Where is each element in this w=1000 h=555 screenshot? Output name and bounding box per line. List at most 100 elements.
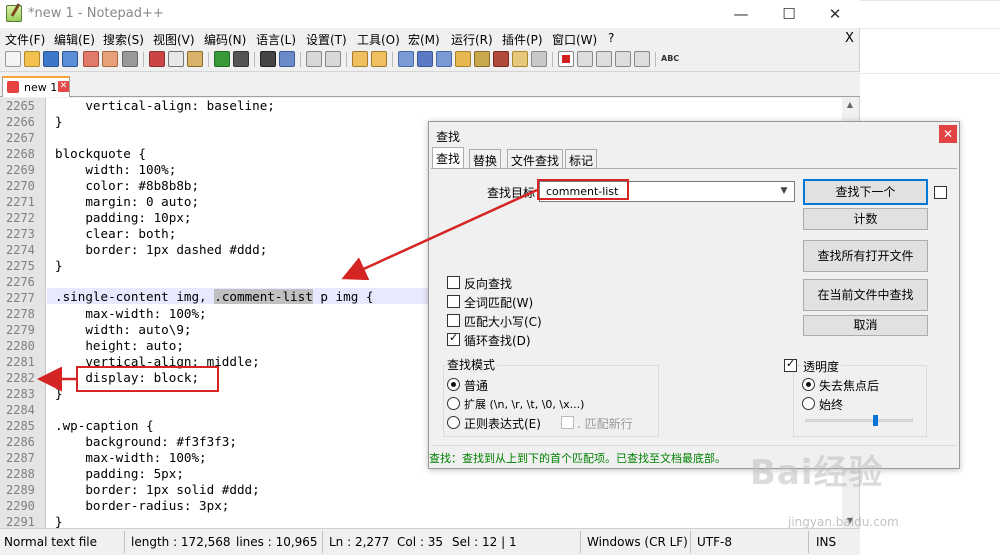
close-file-icon[interactable]	[83, 51, 99, 67]
dot-newline-checkbox[interactable]	[561, 416, 574, 429]
fold-icon[interactable]	[531, 51, 547, 67]
match-case-checkbox[interactable]	[447, 314, 460, 327]
paste-icon[interactable]	[187, 51, 203, 67]
line-number: 2270	[6, 179, 35, 193]
find-next-button[interactable]: 查找下一个	[803, 179, 928, 205]
tab-replace[interactable]: 替换	[469, 149, 502, 169]
status-encoding[interactable]: UTF-8	[697, 535, 732, 549]
transparency-slider-thumb[interactable]	[873, 415, 878, 426]
word-wrap-icon[interactable]	[398, 51, 414, 67]
wrap-around-checkbox[interactable]	[447, 331, 460, 346]
tab-mark[interactable]: 标记	[565, 149, 598, 169]
line-number: 2268	[6, 147, 35, 161]
menu-encoding[interactable]: 编码(N)	[204, 31, 246, 48]
line-number: 2281	[6, 355, 35, 369]
code-line: margin: 0 auto;	[55, 194, 200, 209]
cancel-button[interactable]: 取消	[803, 315, 928, 336]
redo-icon[interactable]	[233, 51, 249, 67]
stop-macro-icon[interactable]	[577, 51, 593, 67]
function-list-icon[interactable]	[474, 51, 490, 67]
find-all-open-button[interactable]: 查找所有打开文件	[803, 240, 928, 272]
doc-map-icon[interactable]	[455, 51, 471, 67]
sync-horizontal-icon[interactable]	[371, 51, 387, 67]
find-icon[interactable]	[260, 51, 276, 67]
new-file-icon[interactable]	[5, 51, 21, 67]
mode-normal-radio[interactable]	[447, 378, 460, 391]
mode-regex-radio[interactable]	[447, 416, 460, 429]
code-line: max-width: 100%;	[55, 450, 207, 465]
status-separator	[124, 531, 125, 553]
zoom-out-icon[interactable]	[325, 51, 341, 67]
line-number: 2280	[6, 339, 35, 353]
line-number: 2277	[6, 291, 35, 305]
status-insert-mode[interactable]: INS	[816, 535, 836, 549]
always-radio[interactable]	[802, 397, 815, 410]
transparency-checkbox[interactable]	[784, 357, 797, 372]
spell-check-icon[interactable]: ABC	[661, 51, 683, 67]
whole-word-checkbox[interactable]	[447, 295, 460, 308]
close-button[interactable]: ✕	[812, 0, 858, 28]
menu-edit[interactable]: 编辑(E)	[54, 31, 95, 48]
tab-find[interactable]: 查找	[432, 147, 465, 169]
maximize-button[interactable]: ☐	[766, 0, 812, 28]
show-all-chars-icon[interactable]	[417, 51, 433, 67]
menu-tools[interactable]: 工具(O)	[357, 31, 400, 48]
zoom-in-icon[interactable]	[306, 51, 322, 67]
menu-plugins[interactable]: 插件(P)	[502, 31, 543, 48]
reverse-checkbox[interactable]	[447, 276, 460, 289]
find-panel: 查找目标： comment-list ▼ 查找下一个 计数 查找所有打开文件 在…	[429, 168, 957, 466]
menu-window[interactable]: 窗口(W)	[552, 31, 597, 48]
code-line: border: 1px solid #ddd;	[55, 482, 260, 497]
play-macro-icon[interactable]	[596, 51, 612, 67]
find-next-direction-checkbox[interactable]	[934, 186, 947, 199]
line-number: 2285	[6, 419, 35, 433]
menu-file[interactable]: 文件(F)	[5, 31, 45, 48]
on-lose-focus-radio[interactable]	[802, 378, 815, 391]
undo-icon[interactable]	[214, 51, 230, 67]
menu-help[interactable]: ?	[608, 31, 614, 45]
code-line: blockquote {	[55, 146, 146, 161]
transparency-slider-track[interactable]	[805, 419, 913, 422]
tab-close-icon[interactable]: ✕	[58, 81, 69, 92]
status-file-type: Normal text file	[4, 535, 98, 549]
replace-icon[interactable]	[279, 51, 295, 67]
save-all-icon[interactable]	[62, 51, 78, 67]
folder-workspace-icon[interactable]	[493, 51, 509, 67]
close-all-icon[interactable]	[102, 51, 118, 67]
chevron-down-icon[interactable]: ▼	[776, 183, 792, 200]
tab-find-in-files[interactable]: 文件查找	[507, 149, 564, 169]
sync-vertical-icon[interactable]	[352, 51, 368, 67]
menu-search[interactable]: 搜索(S)	[103, 31, 144, 48]
count-button[interactable]: 计数	[803, 208, 928, 230]
window-title: *new 1 - Notepad++	[28, 6, 164, 21]
minimize-button[interactable]: —	[718, 0, 764, 28]
tab-new-1[interactable]: new 1 ✕	[2, 76, 70, 97]
save-icon[interactable]	[43, 51, 59, 67]
line-number: 2282	[6, 371, 35, 385]
save-macro-icon[interactable]	[634, 51, 650, 67]
print-icon[interactable]	[122, 51, 138, 67]
dialog-close-button[interactable]: ✕	[939, 125, 957, 143]
menu-settings[interactable]: 设置(T)	[306, 31, 347, 48]
code-suffix: p img {	[312, 289, 374, 304]
cut-icon[interactable]	[149, 51, 165, 67]
copy-icon[interactable]	[168, 51, 184, 67]
menu-view[interactable]: 视图(V)	[153, 31, 195, 48]
menu-language[interactable]: 语言(L)	[256, 31, 296, 48]
mode-extended-radio[interactable]	[447, 397, 460, 410]
monitoring-icon[interactable]	[512, 51, 528, 67]
close-document-button[interactable]: X	[845, 31, 854, 46]
record-macro-icon[interactable]	[558, 51, 574, 67]
scroll-up-icon[interactable]: ▲	[842, 98, 858, 112]
line-number: 2283	[6, 387, 35, 401]
indent-guide-icon[interactable]	[436, 51, 452, 67]
code-line: border: 1px dashed #ddd;	[55, 242, 268, 257]
run-macro-multiple-icon[interactable]	[615, 51, 631, 67]
status-eol[interactable]: Windows (CR LF)	[587, 535, 688, 549]
find-in-current-button[interactable]: 在当前文件中查找	[803, 279, 928, 311]
open-file-icon[interactable]	[24, 51, 40, 67]
code-line: max-width: 100%;	[55, 306, 207, 321]
toolbar-separator	[300, 52, 301, 67]
menu-macro[interactable]: 宏(M)	[408, 31, 440, 48]
menu-run[interactable]: 运行(R)	[451, 31, 493, 48]
